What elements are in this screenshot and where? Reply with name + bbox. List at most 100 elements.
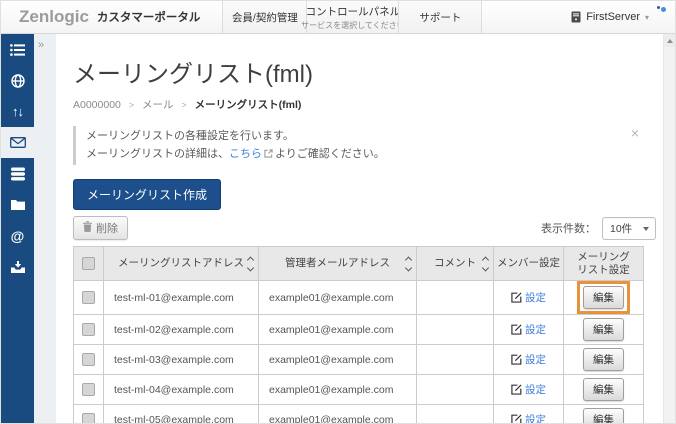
main-content: メーリングリスト(fml) A0000000 > メール > メーリングリスト(…: [56, 34, 663, 423]
comment-cell: [417, 375, 494, 405]
settings-link-label: 設定: [525, 290, 546, 305]
mailing-list-address: test-ml-01@example.com: [104, 281, 259, 315]
row-checkbox[interactable]: [82, 291, 95, 304]
admin-address: example01@example.com: [259, 375, 417, 405]
menu-control-panel[interactable]: コントロールパネル サービスを選択してください: [306, 1, 398, 33]
row-checkbox[interactable]: [82, 413, 95, 423]
column-header-address: メーリングリストアドレス: [118, 257, 244, 269]
page-size-label: 表示件数：: [541, 220, 596, 236]
sort-down-icon: [405, 264, 412, 271]
sidebar-gutter: »: [34, 34, 56, 423]
menu-label: コントロールパネル: [306, 4, 401, 19]
comment-cell: [417, 405, 494, 423]
at-sign-icon: @: [11, 229, 25, 243]
row-checkbox[interactable]: [82, 323, 95, 336]
highlight-annotation: 編集: [577, 281, 630, 314]
sort-toggle-comment[interactable]: [483, 257, 488, 270]
delete-button-label: 削除: [96, 220, 118, 236]
sidebar-item-menu[interactable]: [1, 34, 34, 65]
breadcrumb-mail[interactable]: メール: [142, 99, 174, 111]
member-settings-link[interactable]: 設定: [511, 412, 546, 423]
notice-box: メーリングリストの各種設定を行います。 メーリングリストの詳細は、こちらよりご確…: [73, 126, 641, 165]
logo-text: Zenlogic: [19, 7, 89, 27]
zenlogic-logo[interactable]: Zenlogic カスタマーポータル: [1, 1, 200, 33]
scrollbar[interactable]: [663, 34, 675, 423]
edit-button[interactable]: 編集: [583, 408, 624, 423]
delete-button[interactable]: 削除: [73, 216, 128, 240]
settings-link-label: 設定: [525, 412, 546, 423]
table-row: test-ml-05@example.com example01@example…: [74, 405, 644, 423]
breadcrumb-account[interactable]: A0000000: [73, 99, 121, 111]
arrow-up-icon: [667, 39, 673, 43]
chevron-down-icon: [643, 227, 649, 231]
sidebar-item-email-address[interactable]: @: [1, 220, 34, 251]
page-size-select[interactable]: 10件: [602, 217, 656, 240]
sort-up-icon: [482, 256, 489, 263]
top-header: Zenlogic カスタマーポータル 会員/契約管理 コントロールパネル サービ…: [1, 1, 675, 34]
scroll-up-button[interactable]: [664, 34, 675, 47]
column-header-admin: 管理者メールアドレス: [285, 257, 390, 269]
menu-support[interactable]: サポート: [398, 1, 482, 33]
page-size-value: 10件: [610, 221, 632, 236]
sort-up-icon: [405, 256, 412, 263]
member-settings-link[interactable]: 設定: [511, 322, 546, 337]
sidebar-item-database[interactable]: [1, 158, 34, 189]
edit-icon: [511, 354, 522, 365]
table-header-row: メーリングリストアドレス 管理者メールアドレス コメント メンバー設定 メーリン…: [74, 247, 644, 281]
create-mailing-list-button[interactable]: メーリングリスト作成: [73, 179, 221, 210]
sort-down-icon: [482, 264, 489, 271]
sort-toggle-admin[interactable]: [406, 257, 411, 270]
sidebar-item-transfer[interactable]: ↑↓: [1, 96, 34, 127]
sidebar-expand-toggle[interactable]: »: [38, 39, 44, 51]
row-checkbox[interactable]: [82, 383, 95, 396]
mailing-list-address: test-ml-02@example.com: [104, 315, 259, 345]
logo-dots-icon: [657, 0, 666, 17]
mailing-list-address: test-ml-05@example.com: [104, 405, 259, 423]
kochira-link[interactable]: こちら: [229, 148, 262, 160]
edit-button[interactable]: 編集: [583, 378, 624, 401]
sidebar: ↑↓ @: [1, 34, 34, 423]
sidebar-item-files[interactable]: [1, 189, 34, 220]
edit-icon: [511, 292, 522, 303]
member-settings-link[interactable]: 設定: [511, 352, 546, 367]
page-size-control: 表示件数： 10件: [541, 217, 656, 240]
breadcrumb-separator: >: [181, 100, 186, 110]
page-title: メーリングリスト(fml): [73, 54, 641, 89]
edit-button[interactable]: 編集: [583, 318, 624, 341]
mailing-list-table: メーリングリストアドレス 管理者メールアドレス コメント メンバー設定 メーリン…: [73, 246, 644, 423]
breadcrumb-current: メーリングリスト(fml): [195, 99, 302, 111]
settings-link-label: 設定: [525, 352, 546, 367]
database-icon: [11, 167, 25, 181]
folder-icon: [11, 199, 25, 210]
row-checkbox[interactable]: [82, 353, 95, 366]
admin-address: example01@example.com: [259, 315, 417, 345]
sort-down-icon: [247, 264, 254, 271]
table-row: test-ml-04@example.com example01@example…: [74, 375, 644, 405]
trash-icon: [83, 221, 92, 235]
table-row: test-ml-03@example.com example01@example…: [74, 345, 644, 375]
column-header-member: メンバー設定: [497, 257, 560, 269]
edit-button[interactable]: 編集: [583, 286, 624, 309]
sidebar-item-mail[interactable]: [1, 127, 34, 158]
sidebar-item-import[interactable]: [1, 251, 34, 282]
sort-up-icon: [247, 256, 254, 263]
mail-icon: [10, 137, 26, 148]
inbox-icon: [11, 261, 25, 273]
server-icon: [571, 11, 581, 23]
notice-close-icon[interactable]: ×: [631, 126, 639, 140]
toolbar: 削除 表示件数： 10件: [73, 216, 656, 240]
menu-sublabel: サービスを選択してください: [301, 20, 405, 31]
member-settings-link[interactable]: 設定: [511, 382, 546, 397]
admin-address: example01@example.com: [259, 281, 417, 315]
edit-icon: [511, 384, 522, 395]
top-menu: 会員/契約管理 コントロールパネル サービスを選択してください サポート: [222, 1, 482, 33]
edit-button[interactable]: 編集: [583, 348, 624, 371]
settings-link-label: 設定: [525, 382, 546, 397]
select-all-checkbox[interactable]: [82, 257, 95, 270]
sort-toggle-address[interactable]: [248, 257, 253, 270]
menu-member-management[interactable]: 会員/契約管理: [222, 1, 306, 33]
sidebar-item-domain[interactable]: [1, 65, 34, 96]
comment-cell: [417, 281, 494, 315]
member-settings-link[interactable]: 設定: [511, 290, 546, 305]
mailing-list-address: test-ml-03@example.com: [104, 345, 259, 375]
